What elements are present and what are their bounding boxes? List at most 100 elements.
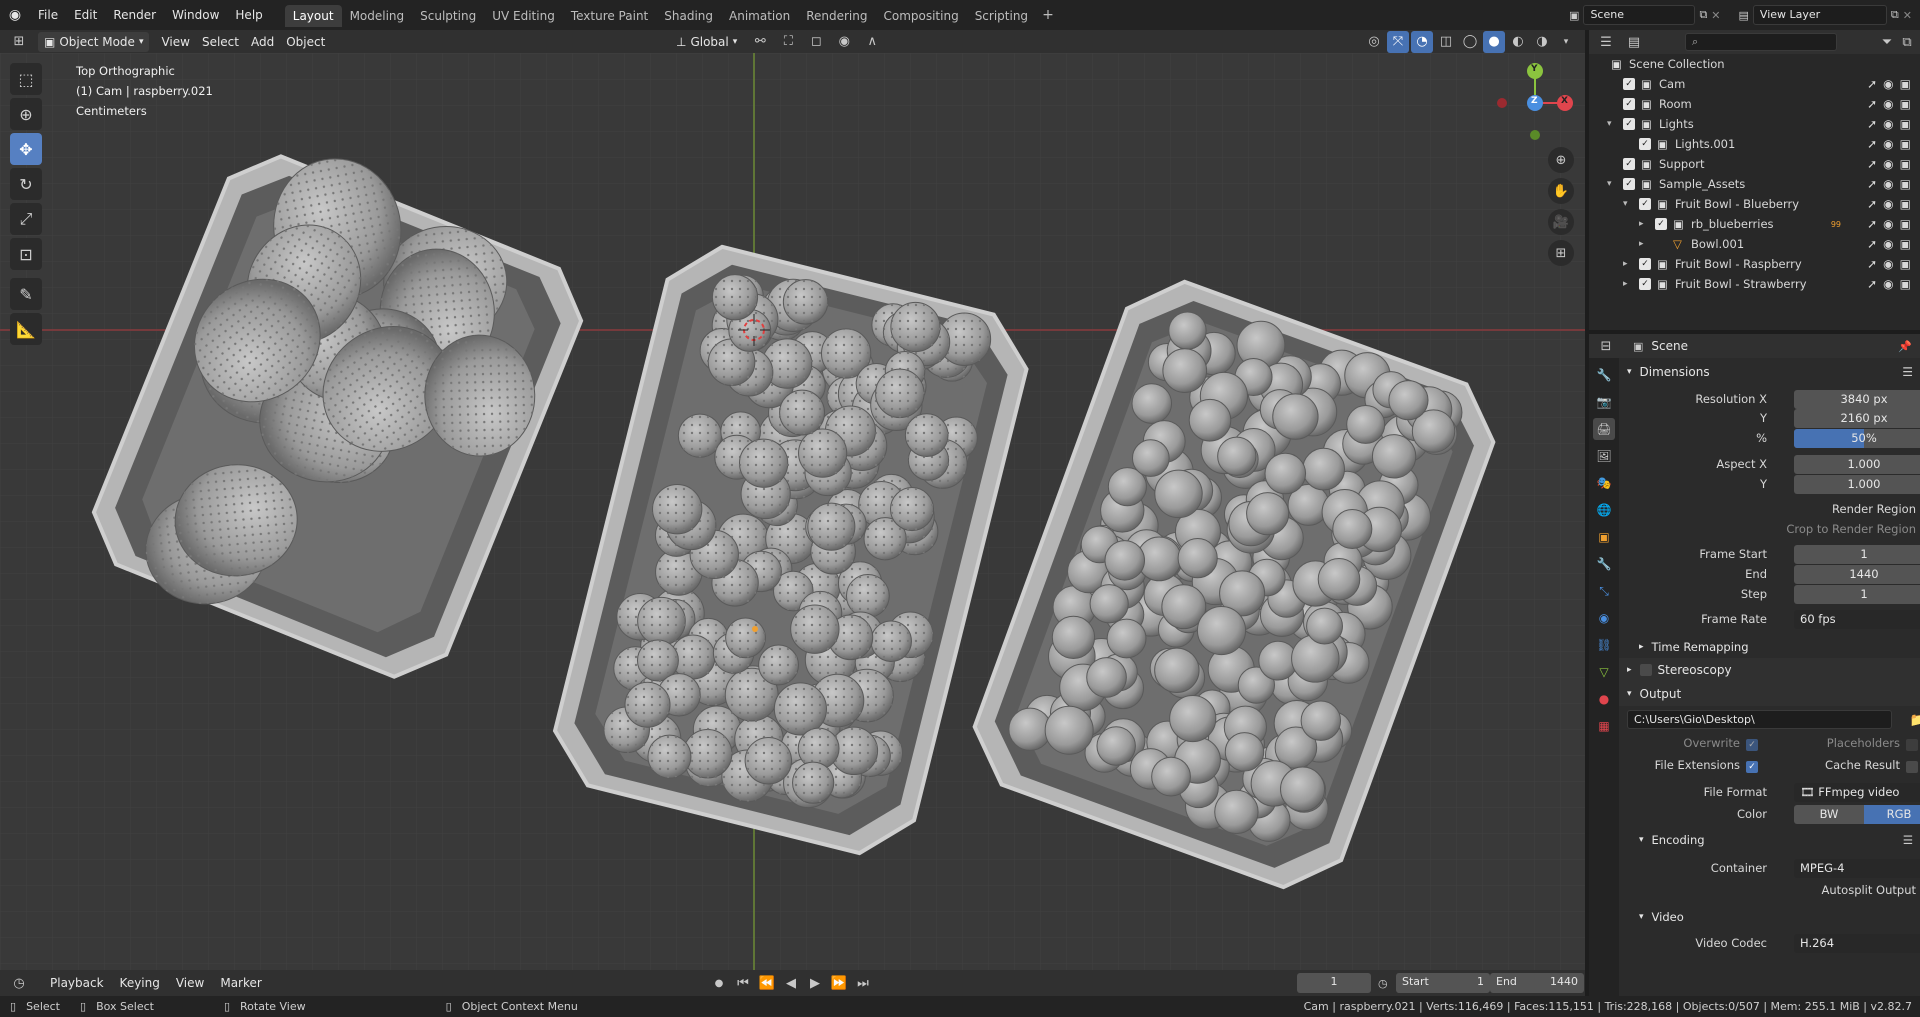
eye-icon[interactable]: ◉: [1883, 77, 1893, 91]
container-dropdown[interactable]: MPEG-4 ▾: [1794, 858, 1920, 878]
snap-icon[interactable]: ⛶: [777, 31, 799, 53]
viewport-menu-add[interactable]: Add: [245, 32, 280, 52]
editor-type-icon[interactable]: ⊞: [8, 31, 30, 53]
outliner-row[interactable]: ✓ ▣ Cam ➚ ◉ ▣: [1589, 74, 1919, 94]
exclude-checkbox[interactable]: ✓: [1639, 278, 1651, 290]
constraints-tab-icon[interactable]: ⛓: [1593, 634, 1615, 656]
camera-icon[interactable]: ▣: [1900, 237, 1911, 251]
output-path-input[interactable]: C:\Users\Gio\Desktop\: [1627, 710, 1892, 729]
copy-icon[interactable]: ⧉: [1891, 8, 1899, 22]
texture-tab-icon[interactable]: ▦: [1593, 715, 1615, 737]
stereoscopy-panel-header[interactable]: ▸ Stereoscopy: [1619, 658, 1920, 682]
viewport-menu-select[interactable]: Select: [196, 32, 245, 52]
chevron-right-icon[interactable]: ▸: [1639, 239, 1644, 249]
presets-icon[interactable]: ☰: [1903, 833, 1913, 847]
view-layer-field[interactable]: View Layer: [1752, 5, 1887, 25]
world-tab-icon[interactable]: 🌐: [1593, 499, 1615, 521]
navigation-gizmo[interactable]: Y X Z: [1495, 53, 1585, 143]
end-frame-field[interactable]: End 1440: [1490, 973, 1584, 993]
frame-end-field[interactable]: 1440: [1794, 564, 1920, 584]
particles-tab-icon[interactable]: ⤡: [1593, 580, 1615, 602]
clock-icon[interactable]: ◷: [1378, 977, 1388, 990]
folder-icon[interactable]: 📁: [1907, 709, 1920, 731]
falloff-icon[interactable]: ∧: [861, 31, 883, 53]
eye-icon[interactable]: ◉: [1883, 97, 1893, 111]
prev-keyframe-icon[interactable]: ⏪: [756, 972, 778, 994]
crop-region-row[interactable]: Crop to Render Region: [1619, 519, 1920, 539]
3d-viewport[interactable]: ⬚ ⊕ ✥ ↻ ⤢ ⊡ ✎ 📐 Top Orthographic (1) Cam…: [0, 53, 1585, 970]
select-arrow-icon[interactable]: ➚: [1867, 197, 1877, 211]
cache-result-checkbox[interactable]: [1906, 761, 1918, 773]
pivot-icon[interactable]: ⚯: [749, 31, 771, 53]
camera-icon[interactable]: ▣: [1900, 157, 1911, 171]
outliner-row[interactable]: ▣ Scene Collection: [1589, 54, 1919, 74]
data-tab-icon[interactable]: ▽: [1593, 661, 1615, 683]
outliner-row[interactable]: ✓ ▣ Support ➚ ◉ ▣: [1589, 154, 1919, 174]
chevron-right-icon[interactable]: ▸: [1639, 219, 1644, 229]
resolution-percent-slider[interactable]: 50%: [1794, 428, 1920, 448]
eye-icon[interactable]: ◉: [1883, 237, 1893, 251]
outliner-row[interactable]: ✓ ▣ Lights.001 ➚ ◉ ▣: [1589, 134, 1919, 154]
outliner-row[interactable]: ▸ ▽ Bowl.001 ➚ ◉ ▣: [1589, 234, 1919, 254]
placeholders-checkbox[interactable]: [1906, 739, 1918, 751]
overlay-toggle-icon[interactable]: ◔: [1411, 30, 1433, 53]
tab-animation[interactable]: Animation: [721, 5, 798, 27]
chevron-down-icon[interactable]: ▾: [1623, 199, 1628, 209]
gizmo-z-label[interactable]: Z: [1531, 96, 1538, 106]
tab-layout[interactable]: Layout: [284, 5, 342, 27]
outliner-row[interactable]: ✓ ▣ Room ➚ ◉ ▣: [1589, 94, 1919, 114]
play-icon[interactable]: ▶: [804, 972, 826, 994]
eye-icon[interactable]: ◉: [1883, 257, 1893, 271]
pan-hand-icon[interactable]: ✋: [1548, 178, 1574, 204]
exclude-checkbox[interactable]: ✓: [1623, 78, 1635, 90]
camera-icon[interactable]: ▣: [1900, 197, 1911, 211]
camera-icon[interactable]: ▣: [1900, 77, 1911, 91]
tab-sculpting[interactable]: Sculpting: [412, 5, 484, 27]
eye-icon[interactable]: ◉: [1883, 197, 1893, 211]
menu-window[interactable]: Window: [164, 0, 227, 30]
tab-texture-paint[interactable]: Texture Paint: [563, 5, 656, 27]
scene-tab-icon[interactable]: 🎭: [1593, 472, 1615, 494]
material-tab-icon[interactable]: ●: [1593, 688, 1615, 710]
select-arrow-icon[interactable]: ➚: [1867, 157, 1877, 171]
camera-icon[interactable]: ▣: [1900, 257, 1911, 271]
autosplit-row[interactable]: Autosplit Output: [1619, 880, 1920, 900]
view-layer-tab-icon[interactable]: 🖼: [1593, 445, 1615, 467]
select-arrow-icon[interactable]: ➚: [1867, 217, 1877, 231]
wireframe-shading-icon[interactable]: ◯: [1459, 31, 1481, 53]
solid-shading-icon[interactable]: ●: [1483, 30, 1505, 53]
filter-icon[interactable]: ⏷: [1876, 31, 1898, 53]
file-extensions-checkbox[interactable]: ✓: [1746, 761, 1758, 773]
exclude-checkbox[interactable]: ✓: [1623, 158, 1635, 170]
editor-type-icon[interactable]: ☰: [1595, 31, 1617, 53]
eye-icon[interactable]: ◉: [1883, 157, 1893, 171]
material-shading-icon[interactable]: ◐: [1507, 31, 1529, 53]
output-tab-icon[interactable]: 🖨: [1593, 418, 1615, 440]
orientation-dropdown[interactable]: ⊥ Global ▾: [670, 32, 743, 52]
chevron-right-icon[interactable]: ▸: [1623, 259, 1628, 269]
view-layer-selector[interactable]: ▤ View Layer ⧉ ✕: [1739, 5, 1912, 25]
exclude-checkbox[interactable]: ✓: [1639, 258, 1651, 270]
timeline-menu-marker[interactable]: Marker: [214, 973, 267, 993]
mode-dropdown[interactable]: ▣ Object Mode ▾: [38, 31, 150, 52]
eye-icon[interactable]: ◉: [1883, 217, 1893, 231]
time-remapping-panel-header[interactable]: ▸ Time Remapping: [1619, 635, 1920, 659]
menu-render[interactable]: Render: [105, 0, 164, 30]
exclude-checkbox[interactable]: ✓: [1639, 138, 1651, 150]
move-tool-icon[interactable]: ✥: [10, 133, 42, 165]
aspect-y-field[interactable]: 1.000: [1794, 474, 1920, 494]
frame-start-field[interactable]: 1: [1794, 544, 1920, 564]
viewport-menu-object[interactable]: Object: [280, 32, 331, 52]
modifier-tab-icon[interactable]: 🔧: [1593, 553, 1615, 575]
tab-rendering[interactable]: Rendering: [798, 5, 875, 27]
proportional-edit-icon[interactable]: ◉: [833, 31, 855, 53]
camera-icon[interactable]: ▣: [1900, 277, 1911, 291]
select-arrow-icon[interactable]: ➚: [1867, 237, 1877, 251]
camera-icon[interactable]: ▣: [1900, 97, 1911, 111]
outliner-search-input[interactable]: ⌕: [1685, 33, 1837, 51]
exclude-checkbox[interactable]: ✓: [1623, 98, 1635, 110]
video-panel-header[interactable]: ▾ Video: [1619, 905, 1920, 929]
ortho-grid-icon[interactable]: ⊞: [1548, 240, 1574, 266]
editor-type-icon[interactable]: ◷: [8, 972, 30, 994]
rendered-shading-icon[interactable]: ◑: [1531, 31, 1553, 53]
